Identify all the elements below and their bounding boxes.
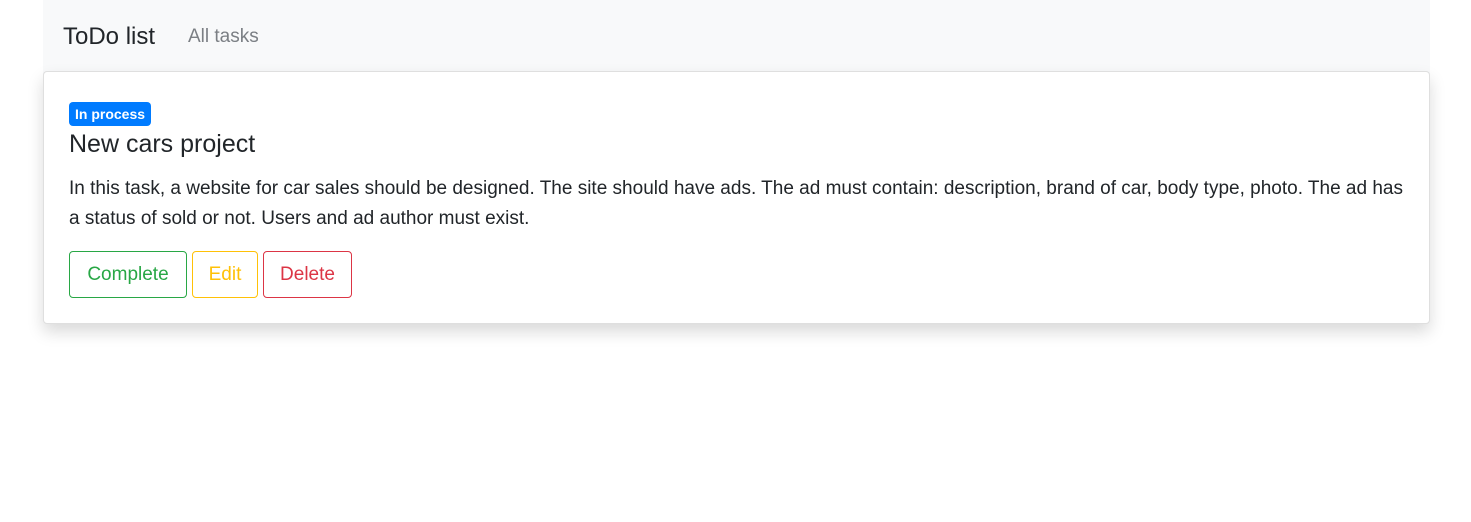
task-title: New cars project xyxy=(69,130,256,158)
task-description: In this task, a website for car sales sh… xyxy=(69,178,1403,229)
navbar: ToDo list All tasks xyxy=(43,0,1430,74)
task-card: In process New cars project In this task… xyxy=(43,71,1430,324)
edit-button[interactable]: Edit xyxy=(192,251,258,298)
brand-link[interactable]: ToDo list xyxy=(63,21,155,53)
nav-link-all-tasks[interactable]: All tasks xyxy=(188,24,259,50)
complete-button[interactable]: Complete xyxy=(69,251,187,298)
status-badge: In process xyxy=(69,102,152,126)
delete-button[interactable]: Delete xyxy=(263,251,352,298)
